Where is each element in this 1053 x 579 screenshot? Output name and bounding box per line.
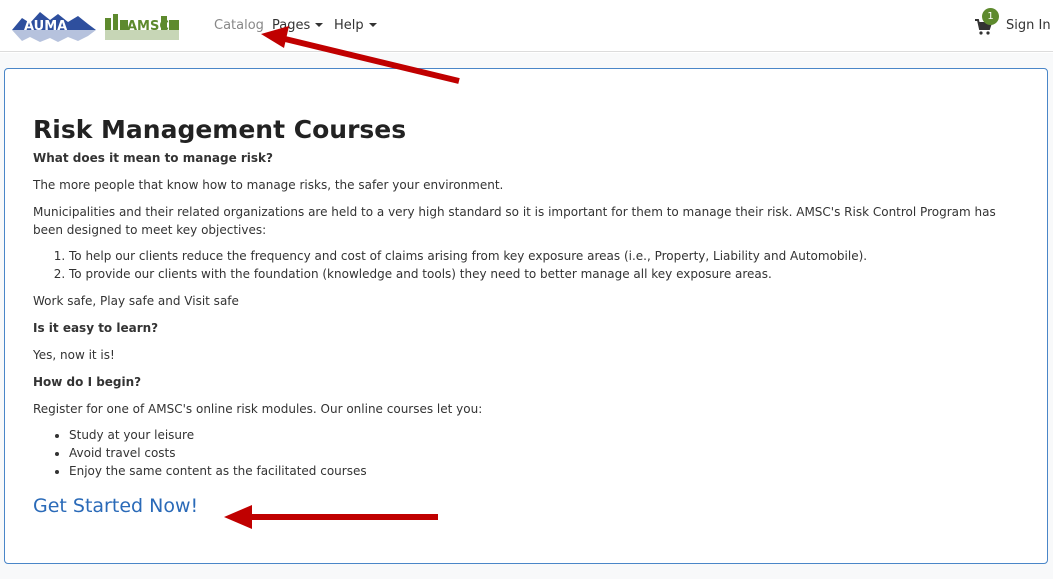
get-started-link[interactable]: Get Started Now! [33, 494, 198, 518]
nav-help-dropdown[interactable]: Help [334, 18, 377, 34]
paragraph-safer-environment: The more people that know how to manage … [33, 178, 504, 192]
chevron-down-icon [368, 23, 377, 27]
navbar: AUMA AMSC Catalog Pages Help 1 Sign In [0, 0, 1053, 52]
paragraph-work-safe: Work safe, Play safe and Visit safe [33, 294, 239, 308]
question-easy-to-learn: Is it easy to learn? [33, 321, 159, 335]
nav-pages-label: Pages [272, 18, 311, 33]
paragraph-risk-control-program: Municipalities and their related organiz… [33, 205, 996, 237]
benefits-list: Study at your leisure Avoid travel costs… [69, 426, 1023, 480]
question-manage-risk: What does it mean to manage risk? [33, 151, 273, 165]
amsc-logo[interactable]: AMSC [101, 8, 185, 42]
list-item: To provide our clients with the foundati… [69, 265, 1023, 283]
auma-logo[interactable]: AUMA [12, 8, 96, 42]
question-how-to-begin: How do I begin? [33, 375, 142, 389]
list-item: Study at your leisure [69, 426, 1023, 444]
course-panel: Risk Management Courses What does it mea… [4, 68, 1048, 564]
page-title: Risk Management Courses [33, 115, 407, 144]
sign-in-link[interactable]: Sign In [1006, 18, 1051, 34]
chevron-down-icon [315, 23, 324, 27]
cart-count-badge: 1 [982, 8, 999, 25]
nav-pages-dropdown[interactable]: Pages [272, 18, 324, 34]
list-item: Enjoy the same content as the facilitate… [69, 462, 1023, 480]
list-item: Avoid travel costs [69, 444, 1023, 462]
course-content: Risk Management Courses What does it mea… [33, 115, 1023, 518]
answer-easy-to-learn: Yes, now it is! [33, 348, 115, 362]
list-item: To help our clients reduce the frequency… [69, 247, 1023, 265]
objectives-list: To help our clients reduce the frequency… [69, 247, 1023, 283]
nav-help-label: Help [334, 18, 364, 33]
answer-how-to-begin: Register for one of AMSC's online risk m… [33, 402, 483, 416]
nav-catalog-link[interactable]: Catalog [214, 18, 264, 34]
cart-button[interactable]: 1 [974, 8, 1004, 40]
